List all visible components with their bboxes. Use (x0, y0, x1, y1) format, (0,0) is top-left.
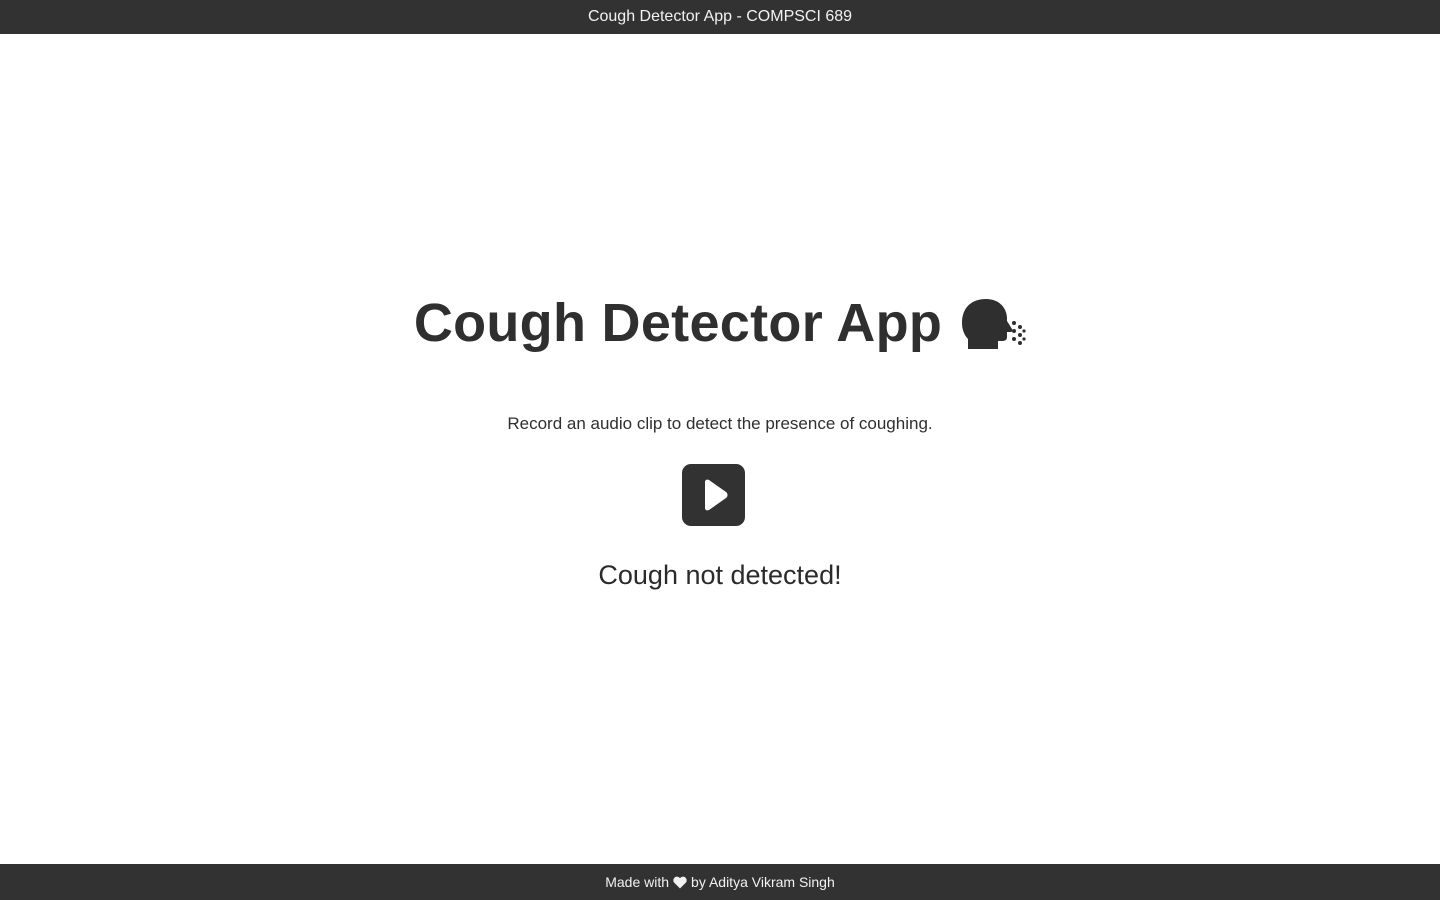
coughing-face-icon (954, 293, 1026, 353)
play-icon (699, 479, 729, 511)
record-button[interactable] (682, 464, 745, 526)
detection-status: Cough not detected! (598, 560, 842, 590)
footer-prefix: Made with (605, 874, 670, 890)
window-titlebar: Cough Detector App - COMPSCI 689 (0, 0, 1440, 34)
heart-icon (673, 876, 687, 889)
footer: Made with by Aditya Vikram Singh (0, 864, 1440, 900)
instructions-text: Record an audio clip to detect the prese… (507, 414, 933, 433)
heading-row: Cough Detector App (0, 292, 1440, 354)
page-title: Cough Detector App (413, 293, 943, 353)
footer-suffix: by Aditya Vikram Singh (691, 874, 835, 890)
window-title: Cough Detector App - COMPSCI 689 (587, 8, 853, 25)
main-content: Cough Detector App Record an audio clip … (0, 34, 1440, 864)
